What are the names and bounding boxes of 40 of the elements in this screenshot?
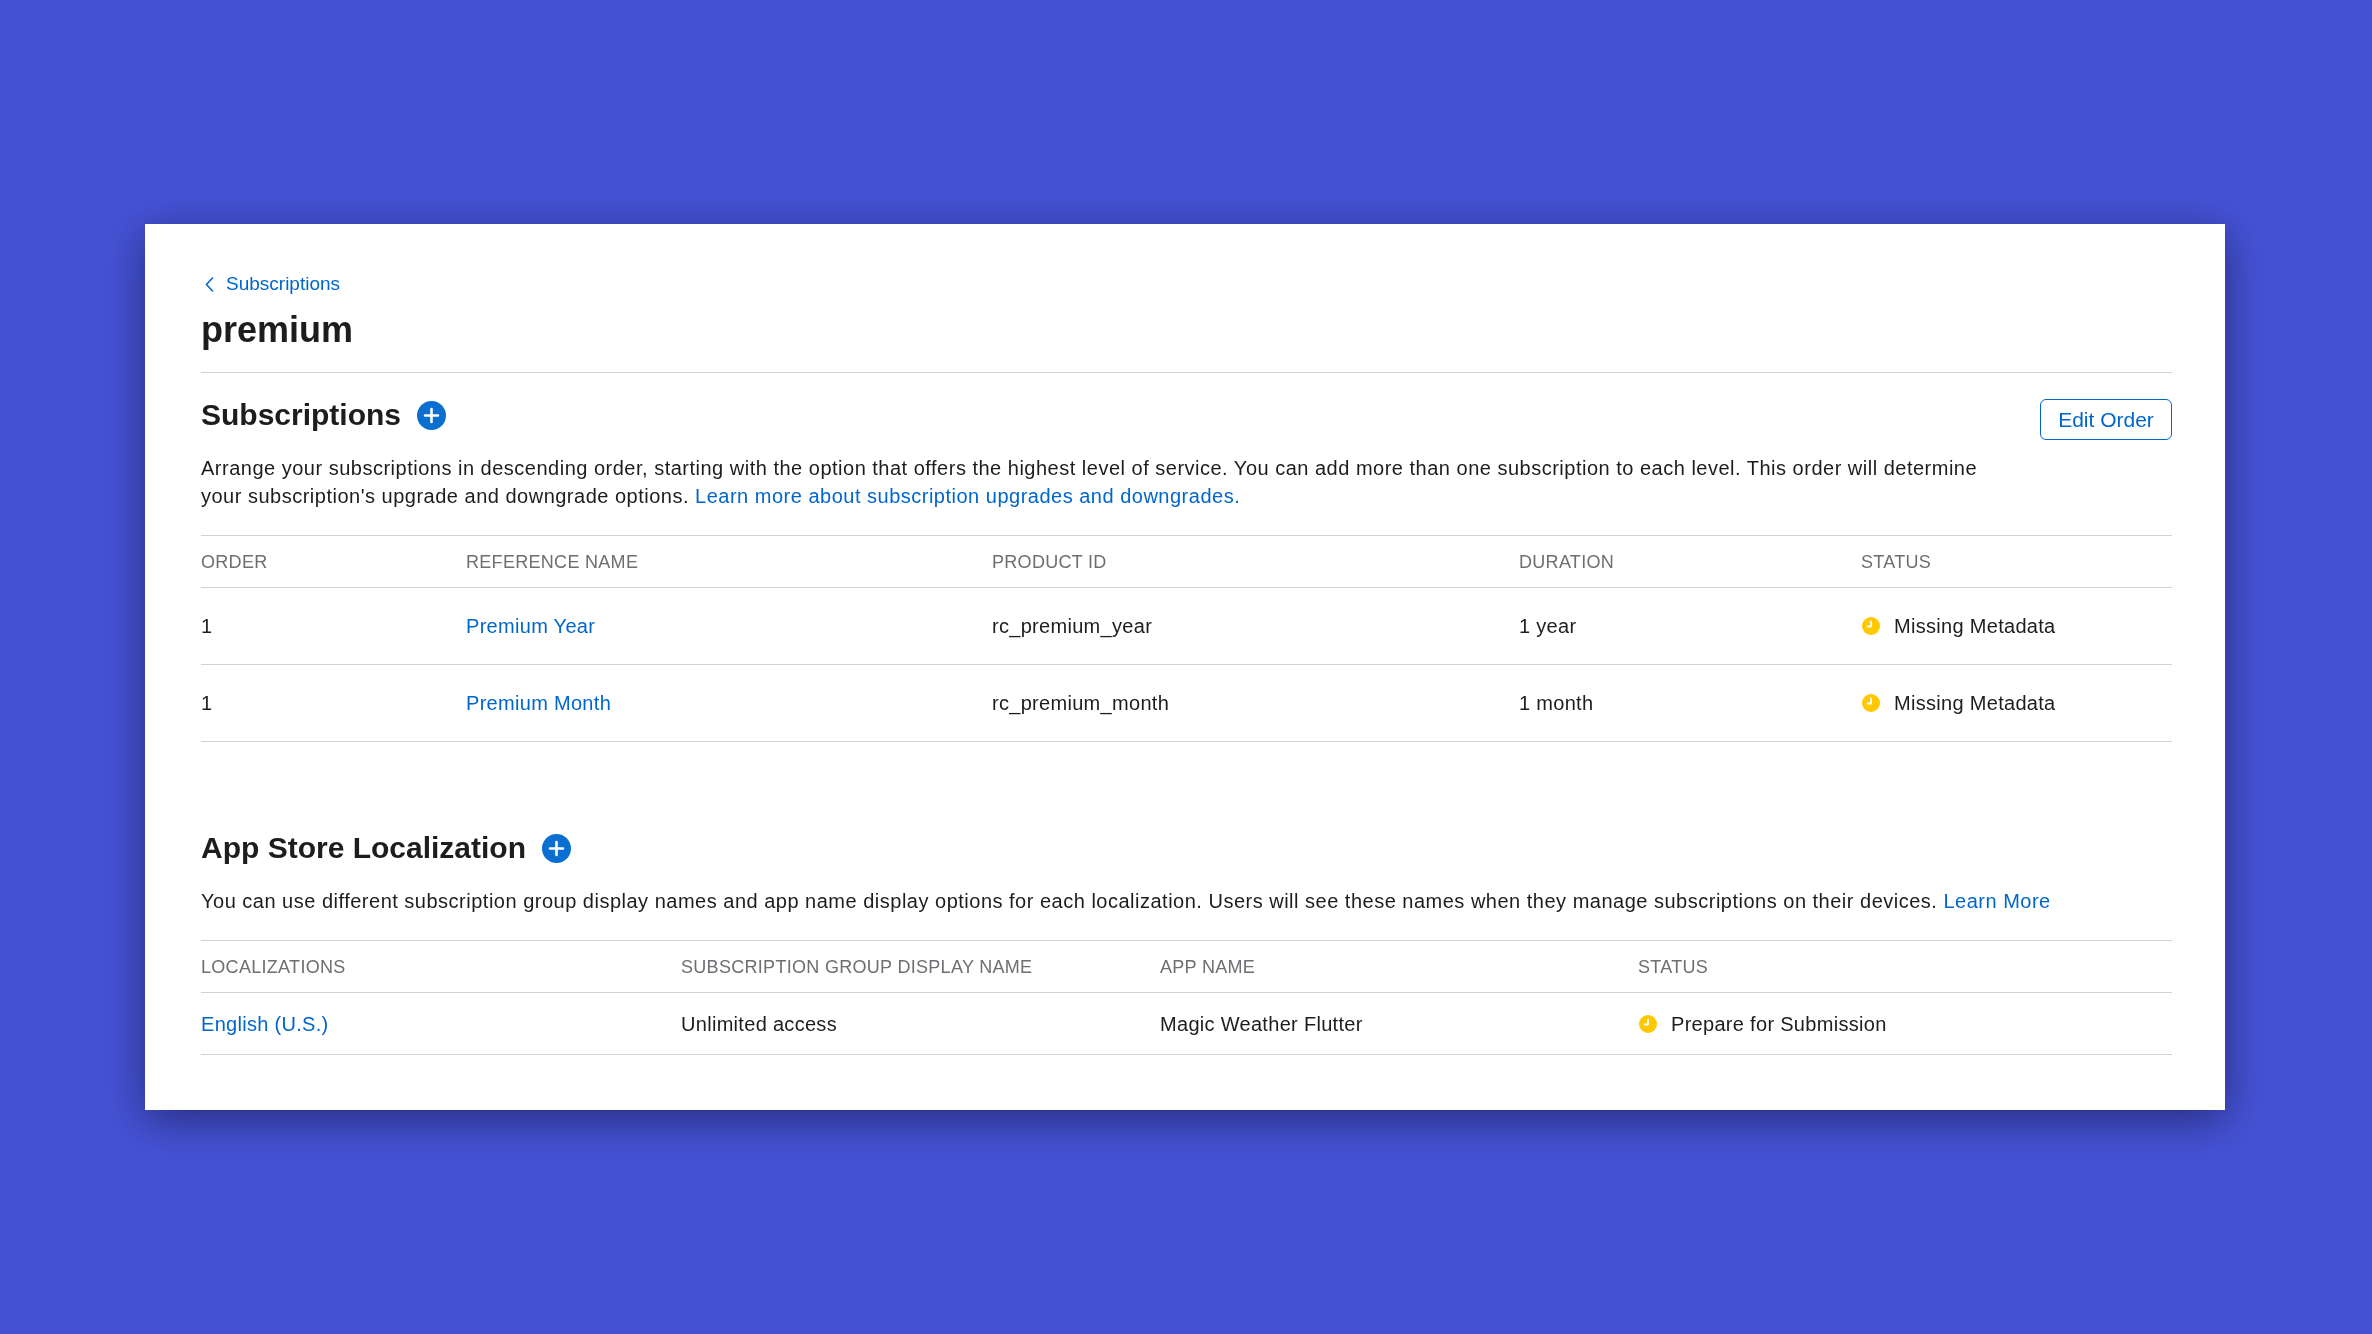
back-link[interactable]: Subscriptions: [201, 272, 341, 296]
column-header: ORDER: [201, 550, 268, 574]
clock-status-icon: [1862, 694, 1880, 712]
clock-status-icon: [1639, 1014, 1657, 1033]
add-button[interactable]: [417, 401, 447, 430]
column-header: STATUS: [1861, 550, 1932, 574]
section-heading: Subscriptions: [201, 397, 402, 433]
learn-more-link[interactable]: Learn More: [1943, 890, 2051, 912]
description-text: Arrange your subscriptions in descending order, starting with the option that offers the highest level of service. You can add more than one subscription to each level. This order will determine your subscription's upgrade and downgrade options. Learn more about subscription upgrades and downgrades.: [201, 456, 1979, 509]
table-cell-text: Magic Weather Flutter: [1160, 1011, 1363, 1037]
table-cell-text: 1: [201, 691, 213, 716]
column-header: SUBSCRIPTION GROUP DISPLAY NAME: [681, 955, 1033, 979]
status-text: Missing Metadata: [1894, 614, 2056, 639]
table-cell-text: 1 year: [1519, 614, 1577, 639]
row-link[interactable]: English (U.S.): [201, 1010, 329, 1037]
column-header: APP NAME: [1160, 955, 1256, 979]
description-text: You can use different subscription group display names and app name display options for each localization. Users will see these names when they manage subscriptions on their devices. Learn More: [201, 889, 2052, 914]
plus-icon: [417, 401, 447, 430]
row-link[interactable]: Premium Month: [466, 690, 612, 716]
row-link[interactable]: Premium Year: [466, 613, 596, 639]
table-cell-text: Unlimited access: [681, 1011, 837, 1037]
chevron-left-icon: [205, 276, 214, 292]
edit-order-button[interactable]: Edit Order: [2040, 399, 2172, 440]
page-title: premium: [201, 308, 354, 352]
table-cell-text: rc_premium_year: [992, 614, 1153, 639]
table-cell-text: 1 month: [1519, 691, 1594, 716]
status-text: Prepare for Submission: [1671, 1011, 1887, 1037]
table-cell-text: 1: [201, 614, 213, 639]
learn-more-link[interactable]: Learn more about subscription upgrades and downgrades.: [695, 485, 1241, 507]
section-heading: App Store Localization: [201, 830, 527, 866]
table-cell-text: rc_premium_month: [992, 691, 1170, 716]
column-header: DURATION: [1519, 550, 1615, 574]
column-header: REFERENCE NAME: [466, 550, 639, 574]
status-text: Missing Metadata: [1894, 691, 2056, 716]
plus-icon: [542, 834, 572, 863]
clock-status-icon: [1862, 617, 1880, 635]
column-header: STATUS: [1638, 955, 1709, 979]
column-header: LOCALIZATIONS: [201, 955, 346, 979]
add-button[interactable]: [542, 834, 572, 863]
column-header: PRODUCT ID: [992, 550, 1107, 574]
